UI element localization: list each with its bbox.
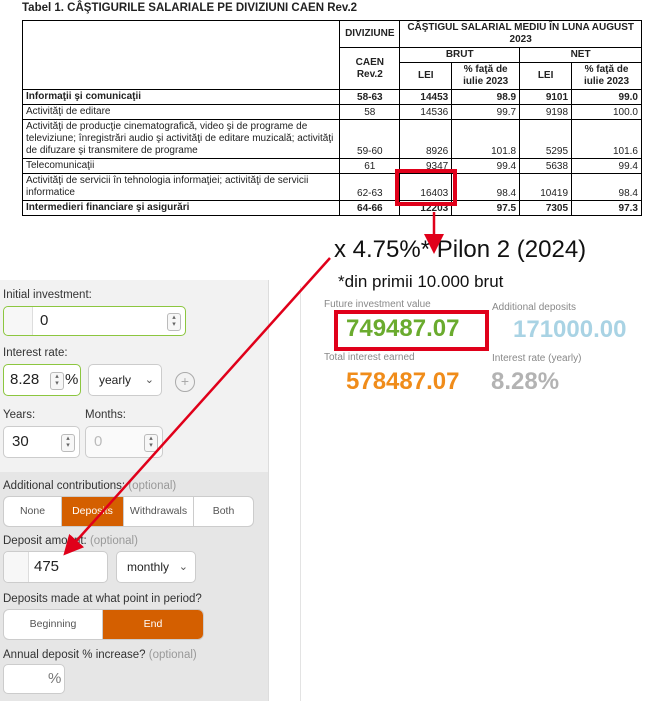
table-row: Informaţii şi comunicaţii 58-63 14453 98… — [21, 89, 642, 105]
stepper-icon[interactable]: ▴ ▾ — [144, 434, 158, 452]
highlighted-salary-cell: 16403 — [394, 168, 457, 206]
salary-table: DIVIZIUNE CÂŞTIGUL SALARIAL MEDIU ÎN LUN… — [21, 20, 642, 216]
chevron-down-icon: ⌄ — [178, 561, 188, 573]
header-caen: CAEN Rev.2 — [339, 47, 401, 90]
table-row: Activităţi de producţie cinematografică,… — [21, 119, 642, 159]
header-brut-lei: LEI — [399, 62, 453, 90]
deposit-increase-input[interactable]: % — [3, 664, 65, 694]
table-title: Tabel 1. CÂŞTIGURILE SALARIALE PE DIVIZI… — [22, 2, 358, 14]
header-brut: BRUT — [399, 47, 521, 63]
months-input[interactable]: 0 ▴ ▾ — [85, 426, 163, 458]
additional-deposits-label: Additional deposits — [492, 302, 576, 313]
contrib-none-button[interactable]: None — [4, 497, 62, 526]
contrib-deposits-button[interactable]: Deposits — [62, 497, 124, 526]
contributions-label: Additional contributions: (optional) — [3, 480, 177, 492]
interest-rate-result-label: Interest rate (yearly) — [492, 353, 582, 364]
years-input[interactable]: 30 ▴ ▾ — [3, 426, 80, 458]
additional-deposits-value: 171000.00 — [513, 316, 627, 343]
total-interest-value: 578487.07 — [346, 368, 460, 395]
contrib-both-button[interactable]: Both — [194, 497, 253, 526]
header-net: NET — [519, 47, 642, 63]
header-net-pct: % faţă de iulie 2023 — [571, 62, 642, 90]
timing-label: Deposits made at what point in period? — [3, 593, 202, 605]
interest-rate-input[interactable]: 8.28 ▴ ▾ % — [3, 364, 81, 396]
table-row: Intermedieri financiare şi asigurări 64-… — [21, 200, 642, 216]
timing-end-button[interactable]: End — [103, 610, 203, 639]
stepper-icon[interactable]: ▴ ▾ — [50, 372, 64, 390]
stepper-icon[interactable]: ▴ ▾ — [167, 313, 181, 331]
header-net-lei: LEI — [519, 62, 573, 90]
deposit-amount-input[interactable]: 475 — [3, 551, 108, 583]
future-value-label: Future investment value — [324, 299, 431, 310]
footnote-annotation: *din primii 10.000 brut — [338, 272, 504, 291]
interest-rate-result-value: 8.28% — [491, 368, 560, 395]
initial-investment-input[interactable]: 0 ▴ ▾ — [3, 306, 186, 336]
header-diviziune: DIVIZIUNE — [339, 20, 401, 48]
add-rate-icon[interactable]: + — [175, 372, 195, 392]
chevron-down-icon: ⌄ — [144, 374, 154, 386]
multiplier-annotation: x 4.75%* Pilon 2 (2024) — [334, 236, 587, 263]
deposit-increase-label: Annual deposit % increase? (optional) — [3, 649, 197, 661]
contrib-withdrawals-button[interactable]: Withdrawals — [124, 497, 194, 526]
header-castig: CÂŞTIGUL SALARIAL MEDIU ÎN LUNA AUGUST 2… — [399, 20, 642, 48]
rate-period-select[interactable]: yearly ⌄ — [88, 364, 162, 396]
table-row: Activităţi de servicii în tehnologia inf… — [21, 168, 642, 206]
deposit-period-select[interactable]: monthly ⌄ — [116, 551, 196, 583]
header-brut-pct: % faţă de iulie 2023 — [451, 62, 521, 90]
timing-beginning-button[interactable]: Beginning — [4, 610, 103, 639]
total-interest-label: Total interest earned — [324, 352, 415, 363]
table-row: Activităţi de editare 58 14536 99.7 9198… — [21, 104, 642, 120]
stepper-icon[interactable]: ▴ ▾ — [61, 434, 75, 452]
initial-investment-label: Initial investment: — [3, 289, 92, 301]
table-row: Telecomunicaţii 61 9347 99.4 5638 99.4 — [21, 158, 642, 174]
highlight-box — [334, 310, 489, 351]
contributions-toggle[interactable]: None Deposits Withdrawals Both — [3, 496, 254, 527]
years-label: Years: — [3, 409, 36, 421]
deposit-amount-label: Deposit amount: (optional) — [3, 535, 138, 547]
interest-rate-label: Interest rate: — [3, 347, 68, 359]
timing-toggle[interactable]: Beginning End — [3, 609, 204, 640]
months-label: Months: — [85, 409, 126, 421]
